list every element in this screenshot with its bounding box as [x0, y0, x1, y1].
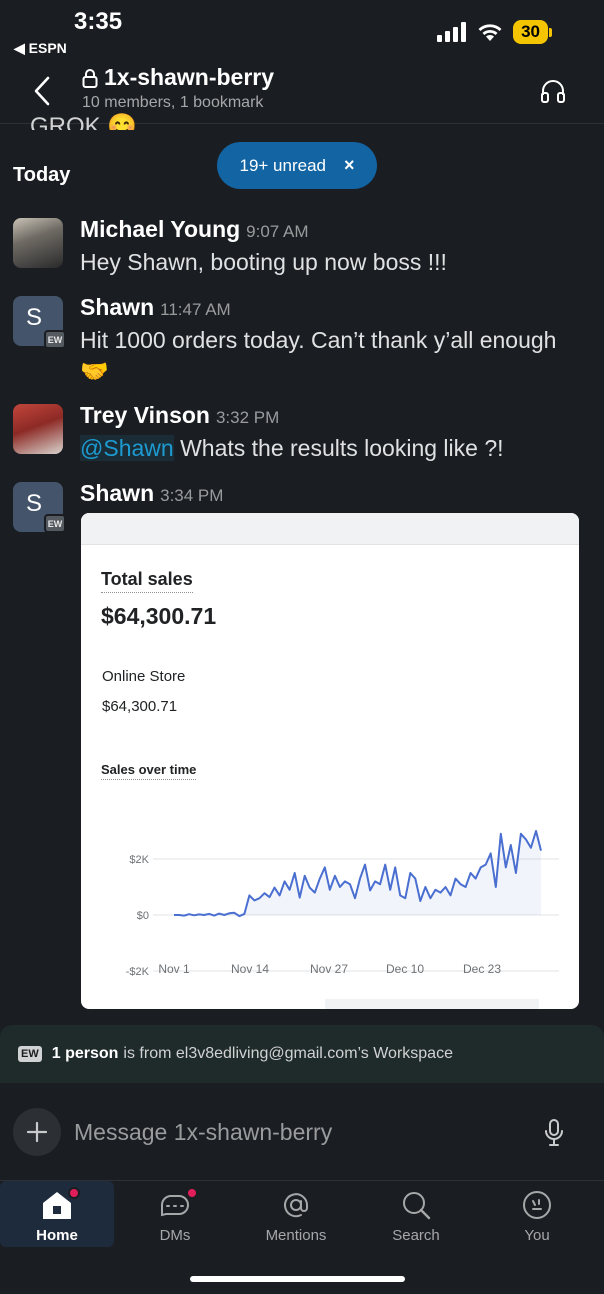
sender-name: Michael Young — [80, 216, 241, 242]
message-time: 11:47 AM — [160, 300, 231, 319]
microphone-icon[interactable] — [542, 1118, 566, 1148]
tab-label: Mentions — [265, 1227, 327, 1244]
sender-name: Shawn — [80, 294, 155, 320]
lock-icon — [82, 68, 98, 88]
search-icon — [399, 1189, 433, 1221]
battery-tip — [549, 27, 552, 37]
sender-name: Shawn — [80, 480, 155, 506]
close-icon[interactable]: × — [344, 155, 355, 176]
avatar-letter: S — [25, 304, 42, 331]
channel-name: 1x-shawn-berry — [104, 64, 275, 90]
message-sender[interactable]: Shawn 3:34 PM — [80, 480, 223, 507]
message-time: 3:32 PM — [215, 408, 280, 427]
add-attachment-button[interactable] — [13, 1108, 61, 1156]
y-tick-label: $0 — [137, 910, 149, 922]
online-store-label: Online Store — [102, 668, 186, 685]
date-divider: Today — [13, 164, 71, 186]
avatar[interactable] — [13, 404, 63, 454]
tab-label: Home — [36, 1227, 78, 1244]
message-sender[interactable]: Michael Young 9:07 AM — [80, 216, 309, 243]
external-workspace-banner[interactable]: EW 1 person is from el3v8edliving@gmail.… — [0, 1025, 604, 1083]
banner-text: is from el3v8edliving@gmail.com’s Worksp… — [123, 1045, 453, 1062]
message-sender[interactable]: Shawn 11:47 AM — [80, 294, 231, 321]
total-sales-value: $64,300.71 — [101, 603, 217, 629]
message-input[interactable] — [74, 1114, 514, 1150]
message-time: 9:07 AM — [246, 222, 309, 241]
tab-label: DMs — [159, 1227, 191, 1244]
message-text-rest: Whats the results looking like ?! — [173, 435, 504, 461]
sales-over-time-chart: $2K $0 -$2K Nov 1 Nov 14 Nov 27 Dec 10 Dec 23 — [126, 830, 559, 978]
message-text: Hey Shawn, booting up now boss !!! — [80, 249, 447, 275]
y-tick-label: -$2K — [126, 966, 150, 978]
back-to-app-link[interactable]: ◀ ESPN — [14, 40, 67, 57]
channel-subtitle[interactable]: 10 members, 1 bookmark — [82, 94, 263, 112]
notification-dot — [186, 1187, 198, 1199]
channel-title[interactable]: 1x-shawn-berry — [82, 64, 274, 91]
dms-icon — [158, 1187, 198, 1221]
wifi-icon — [478, 24, 502, 41]
online-store-value: $64,300.71 — [102, 698, 178, 715]
you-icon — [520, 1189, 554, 1221]
workspace-badge: EW — [44, 330, 66, 349]
chart-title: Sales over time — [101, 762, 197, 780]
x-tick-label: Nov 1 — [158, 962, 190, 976]
avatar[interactable] — [13, 218, 63, 268]
status-icons: 30 — [437, 20, 552, 44]
bottom-tab-bar: Home DMs Mentions Search You — [0, 1180, 604, 1250]
x-tick-label: Dec 10 — [386, 962, 424, 976]
tab-home[interactable]: Home — [0, 1181, 114, 1247]
workspace-badge: EW — [44, 514, 66, 533]
series-area — [174, 831, 541, 917]
mentions-icon — [279, 1189, 313, 1221]
message-text: @Shawn Whats the results looking like ?! — [80, 433, 590, 464]
image-attachment[interactable]: Total sales $64,300.71 Online Store $64,… — [81, 513, 579, 1009]
status-bar: 3:35 ◀ ESPN 30 — [0, 0, 604, 62]
battery-indicator: 30 — [513, 20, 548, 44]
message-time: 3:34 PM — [160, 486, 224, 505]
attachment-cropped-header — [81, 513, 579, 545]
cellular-signal-icon — [437, 22, 467, 42]
tab-mentions[interactable]: Mentions — [239, 1181, 353, 1247]
sender-name: Trey Vinson — [80, 402, 210, 428]
status-clock: 3:35 — [74, 8, 123, 35]
message-sender[interactable]: Trey Vinson 3:32 PM — [80, 402, 279, 429]
x-tick-label: Nov 27 — [310, 962, 348, 976]
unread-label: 19+ unread — [239, 155, 326, 175]
message-composer — [0, 1100, 604, 1166]
headphones-icon[interactable] — [540, 78, 566, 104]
tab-label: Search — [392, 1227, 440, 1244]
x-tick-label: Dec 23 — [463, 962, 501, 976]
user-mention[interactable]: @Shawn — [80, 435, 174, 461]
tab-dms[interactable]: DMs — [118, 1181, 232, 1247]
attachment-cropped-footer — [325, 999, 539, 1009]
workspace-chip: EW — [18, 1046, 42, 1062]
banner-count: 1 person — [51, 1045, 119, 1062]
message-text: Hit 1000 orders today. Can’t thank y’all… — [80, 327, 557, 384]
tab-you[interactable]: You — [480, 1181, 594, 1247]
home-indicator — [190, 1276, 405, 1282]
previous-message-peek: GROK 😊 — [30, 113, 138, 130]
avatar-letter: S — [25, 490, 42, 517]
tab-search[interactable]: Search — [359, 1181, 473, 1247]
unread-messages-pill[interactable]: 19+ unread × — [217, 142, 377, 189]
total-sales-label: Total sales — [101, 569, 193, 593]
y-tick-label: $2K — [129, 854, 149, 866]
home-icon — [40, 1187, 80, 1221]
notification-dot — [68, 1187, 80, 1199]
back-chevron-icon[interactable] — [28, 74, 56, 108]
plus-icon — [26, 1121, 48, 1143]
tab-label: You — [524, 1227, 550, 1244]
x-tick-label: Nov 14 — [231, 962, 269, 976]
